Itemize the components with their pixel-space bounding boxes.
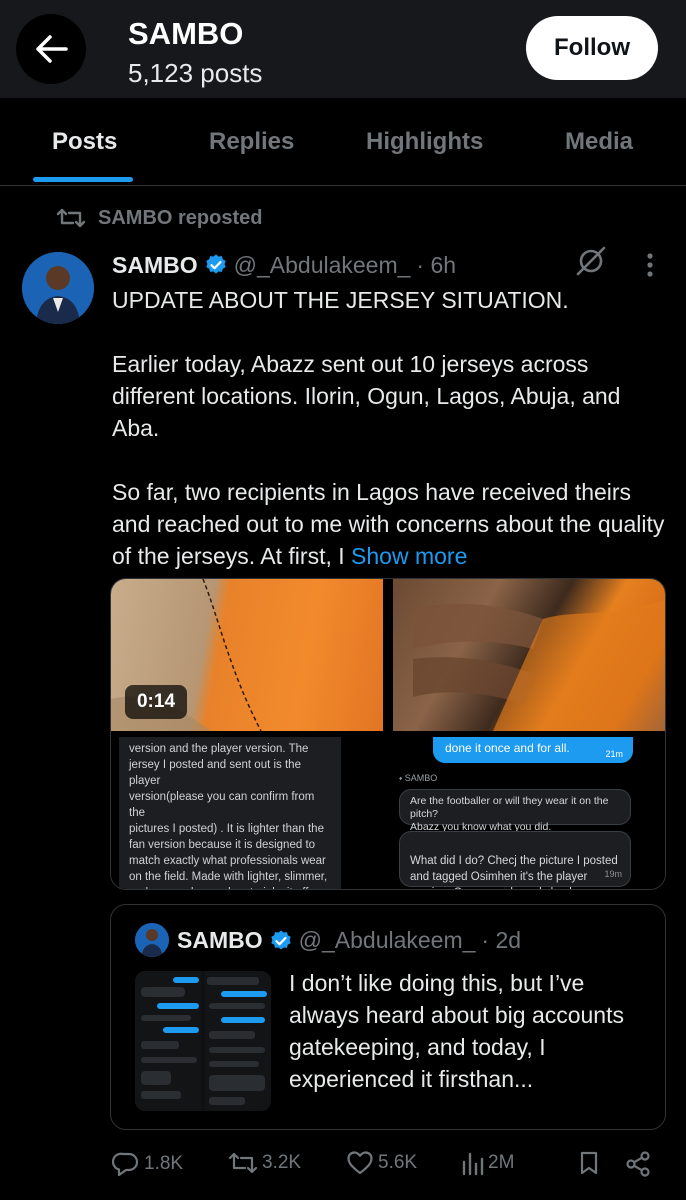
share-button[interactable] (624, 1150, 652, 1178)
quoted-post-header: SAMBO @_Abdulakeem_ · 2d (177, 927, 521, 954)
chat-bubble-received: What did I do? Checj the picture I poste… (399, 831, 631, 889)
quoted-post-text: I don’t like doing this, but I’ve always… (289, 970, 624, 1092)
post-paragraph: Earlier today, Abazz sent out 10 jerseys… (112, 351, 621, 441)
post-actions: 1.8K 3.2K 5.6K 2M (0, 1144, 686, 1188)
profile-title: SAMBO (128, 16, 244, 51)
tab-highlights[interactable]: Highlights (366, 128, 483, 156)
quoted-author-handle: @_Abdulakeem_ (298, 927, 476, 953)
verified-badge-icon (205, 254, 226, 274)
post-time[interactable]: · 6h (416, 252, 456, 279)
screenshot-text: version and the player version. The jers… (119, 737, 341, 889)
more-options-icon[interactable] (636, 250, 664, 280)
post-paragraph: UPDATE ABOUT THE JERSEY SITUATION. (112, 287, 569, 313)
show-more-link[interactable]: Show more (351, 543, 467, 569)
views-button[interactable]: 2M (460, 1150, 514, 1176)
repost-label: SAMBO reposted (98, 206, 263, 229)
author-name[interactable]: SAMBO (112, 252, 198, 279)
repost-icon (228, 1152, 258, 1174)
post-body: UPDATE ABOUT THE JERSEY SITUATION. Earli… (112, 284, 672, 604)
quoted-post-thumbnail (135, 971, 271, 1111)
like-count: 5.6K (378, 1152, 418, 1173)
chat-bubble-sent: done it once and for all. 21m (433, 737, 633, 763)
video-thumbnail[interactable]: 0:14 (111, 579, 383, 731)
chat-time: 21m (605, 749, 623, 759)
quoted-post-time: · 2d (481, 927, 522, 953)
back-button[interactable] (16, 14, 86, 84)
chat-sender: ⬩ SAMBO (399, 773, 438, 783)
follow-button[interactable]: Follow (526, 16, 658, 80)
media-screenshot[interactable]: version and the player version. The jers… (111, 737, 383, 889)
chat-bubble-text: done it once and for all. (445, 741, 570, 755)
chat-bubble-received: Are the footballer or will they wear it … (399, 789, 631, 833)
quoted-post[interactable]: SAMBO @_Abdulakeem_ · 2d I don’t like do… (110, 904, 666, 1130)
chat-time: 19m (604, 869, 622, 879)
media-screenshot[interactable]: done it once and for all. 21m ⬩ SAMBO Ar… (393, 737, 665, 889)
arrow-left-icon (36, 35, 68, 63)
post-header: SAMBO @_Abdulakeem_ · 6h (112, 249, 456, 281)
bookmark-icon (580, 1151, 598, 1175)
repost-indicator: SAMBO reposted (56, 204, 262, 232)
repost-button[interactable]: 3.2K (228, 1150, 301, 1176)
reply-icon (112, 1152, 139, 1177)
chat-sender-name: SAMBO (404, 773, 438, 783)
heart-icon (347, 1151, 373, 1175)
view-count: 2M (488, 1152, 515, 1173)
analytics-icon (462, 1152, 484, 1176)
tab-posts[interactable]: Posts (52, 128, 117, 156)
author-handle[interactable]: @_Abdulakeem_ (234, 252, 411, 279)
chat-bubble-text: What did I do? Checj the picture I poste… (410, 855, 618, 889)
author-avatar[interactable] (22, 252, 94, 324)
bookmark-button[interactable] (578, 1150, 600, 1176)
media-image[interactable] (393, 579, 665, 731)
top-bar: SAMBO 5,123 posts Follow (0, 0, 686, 98)
tab-media[interactable]: Media (565, 128, 633, 156)
like-button[interactable]: 5.6K (346, 1150, 417, 1176)
post-paragraph: So far, two recipients in Lagos have rec… (112, 476, 672, 572)
quoted-author-name: SAMBO (177, 927, 263, 953)
profile-tabs: Posts Replies Highlights Media (0, 98, 686, 186)
quoted-author-avatar (135, 923, 169, 957)
repost-count: 3.2K (262, 1152, 302, 1173)
reply-button[interactable]: 1.8K (112, 1150, 183, 1178)
reply-count: 1.8K (144, 1153, 184, 1174)
active-tab-indicator (33, 177, 133, 182)
repost-icon (56, 208, 86, 228)
post-count: 5,123 posts (128, 58, 263, 88)
tab-replies[interactable]: Replies (209, 128, 294, 156)
share-icon (626, 1151, 650, 1177)
verified-badge-icon (270, 930, 291, 949)
video-duration-badge: 0:14 (125, 685, 187, 719)
grok-icon[interactable] (574, 244, 608, 278)
media-grid: 0:14 version and the player version. The… (110, 578, 666, 890)
